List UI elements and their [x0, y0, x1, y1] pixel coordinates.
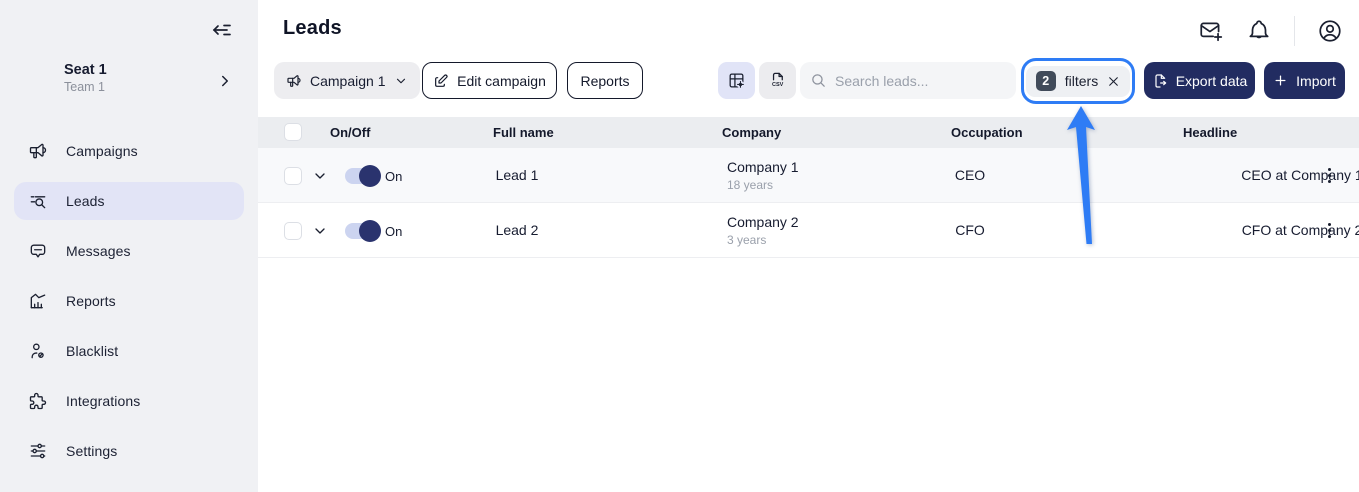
- plus-icon: [1273, 73, 1288, 88]
- table-view-button[interactable]: [718, 62, 755, 99]
- lead-company-tenure: 18 years: [727, 178, 774, 192]
- top-right-icons: [1176, 16, 1343, 46]
- app-window: Seat 1 Team 1 Campaigns Leads Messages R…: [0, 0, 1359, 492]
- table-row: On Lead 2 Company 2 3 years CFO CFO at C…: [258, 203, 1359, 258]
- user-blocked-icon: [28, 341, 48, 361]
- sidebar: Seat 1 Team 1 Campaigns Leads Messages R…: [0, 0, 258, 492]
- toggle-label: On: [385, 223, 403, 239]
- edit-campaign-button[interactable]: Edit campaign: [422, 62, 557, 99]
- edit-campaign-label: Edit campaign: [457, 72, 546, 89]
- puzzle-icon: [28, 391, 48, 411]
- import-label: Import: [1296, 72, 1336, 89]
- select-all-checkbox[interactable]: [284, 123, 302, 141]
- seat-subtitle: Team 1: [64, 80, 105, 94]
- search-bar: [800, 62, 1016, 99]
- table-settings-icon: [727, 71, 746, 90]
- csv-file-icon: CSV: [768, 71, 787, 90]
- list-search-icon: [28, 191, 48, 211]
- seat-selector[interactable]: Seat 1 Team 1: [64, 62, 107, 94]
- filters-count-badge: 2: [1035, 71, 1056, 91]
- reports-button-label: Reports: [580, 72, 630, 89]
- sidebar-item-reports[interactable]: Reports: [14, 282, 244, 320]
- sidebar-item-campaigns[interactable]: Campaigns: [14, 132, 244, 170]
- column-header-occupation: Occupation: [951, 125, 1023, 140]
- collapse-sidebar-icon[interactable]: [210, 18, 234, 42]
- campaign-selector[interactable]: Campaign 1: [274, 62, 420, 99]
- lead-company-cell: Company 2 3 years: [727, 214, 799, 247]
- sidebar-item-label: Integrations: [66, 393, 141, 409]
- column-header-headline: Headline: [1183, 125, 1238, 140]
- seat-title: Seat 1: [64, 62, 107, 78]
- toggle-knob: [359, 165, 381, 187]
- view-mode-toggle: CSV: [718, 62, 796, 99]
- sidebar-item-leads[interactable]: Leads: [14, 182, 244, 220]
- close-icon[interactable]: [1107, 75, 1120, 88]
- sidebar-item-label: Settings: [66, 443, 118, 459]
- column-header-fullname: Full name: [493, 125, 554, 140]
- sidebar-item-label: Campaigns: [66, 143, 138, 159]
- message-icon: [28, 241, 48, 261]
- search-input[interactable]: [835, 72, 995, 89]
- toggle-label: On: [385, 168, 403, 184]
- row-checkbox[interactable]: [284, 167, 302, 185]
- campaign-selector-label: Campaign 1: [310, 72, 386, 89]
- lead-company-cell: Company 1 18 years: [727, 159, 799, 192]
- toggle-track: [345, 165, 381, 187]
- filters-highlight-ring: 2 filters: [1021, 58, 1135, 104]
- reports-button[interactable]: Reports: [567, 62, 643, 99]
- table-header-row: On/Off Full name Company Occupation Head…: [258, 117, 1359, 148]
- filters-chip[interactable]: 2 filters: [1025, 65, 1131, 97]
- mail-plus-icon[interactable]: [1198, 18, 1224, 44]
- sidebar-item-settings[interactable]: Settings: [14, 432, 244, 470]
- megaphone-icon: [28, 141, 48, 161]
- lead-occupation: CFO: [955, 222, 985, 238]
- user-circle-icon[interactable]: [1317, 18, 1343, 44]
- sliders-icon: [28, 441, 48, 461]
- table-row: On Lead 1 Company 1 18 years CEO CEO at …: [258, 148, 1359, 203]
- sidebar-item-integrations[interactable]: Integrations: [14, 382, 244, 420]
- sidebar-item-label: Leads: [66, 193, 105, 209]
- chart-icon: [28, 291, 48, 311]
- svg-text:CSV: CSV: [772, 82, 784, 88]
- page-title: Leads: [283, 17, 342, 39]
- lead-company: Company 2: [727, 214, 799, 230]
- import-button[interactable]: Import: [1264, 62, 1345, 99]
- lead-company: Company 1: [727, 159, 799, 175]
- csv-view-button[interactable]: CSV: [759, 62, 796, 99]
- pencil-icon: [433, 73, 449, 89]
- search-icon: [810, 72, 827, 89]
- lead-fullname: Lead 2: [495, 222, 539, 238]
- sidebar-item-messages[interactable]: Messages: [14, 232, 244, 270]
- toggle-knob: [359, 220, 381, 242]
- column-header-company: Company: [722, 125, 782, 140]
- chevron-down-icon[interactable]: [312, 168, 328, 184]
- lead-occupation: CEO: [954, 167, 986, 183]
- sidebar-item-label: Messages: [66, 243, 131, 259]
- export-icon: [1152, 73, 1168, 89]
- row-checkbox[interactable]: [284, 222, 302, 240]
- toggle-track: [345, 220, 381, 242]
- lead-company-tenure: 3 years: [727, 233, 767, 247]
- main-content: Leads Campaign 1 Edit campaign Reports C…: [258, 0, 1359, 492]
- filters-label: filters: [1064, 73, 1099, 89]
- sidebar-item-blacklist[interactable]: Blacklist: [14, 332, 244, 370]
- lead-fullname: Lead 1: [495, 167, 539, 183]
- sidebar-item-label: Blacklist: [66, 343, 119, 359]
- kebab-menu-icon[interactable]: [1322, 165, 1336, 185]
- divider: [1294, 16, 1295, 46]
- chevron-down-icon[interactable]: [312, 223, 328, 239]
- column-header-onoff: On/Off: [330, 125, 371, 140]
- sidebar-item-label: Reports: [66, 293, 116, 309]
- bell-icon[interactable]: [1246, 18, 1272, 44]
- lead-toggle[interactable]: On: [345, 165, 403, 187]
- megaphone-icon: [286, 73, 302, 89]
- kebab-menu-icon[interactable]: [1322, 220, 1336, 240]
- chevron-down-icon: [394, 74, 408, 88]
- export-data-label: Export data: [1175, 72, 1248, 89]
- leads-table: On/Off Full name Company Occupation Head…: [258, 117, 1359, 258]
- export-data-button[interactable]: Export data: [1144, 62, 1255, 99]
- sidebar-nav: Campaigns Leads Messages Reports Blackli…: [14, 132, 244, 482]
- lead-toggle[interactable]: On: [345, 220, 403, 242]
- chevron-right-icon[interactable]: [216, 72, 234, 90]
